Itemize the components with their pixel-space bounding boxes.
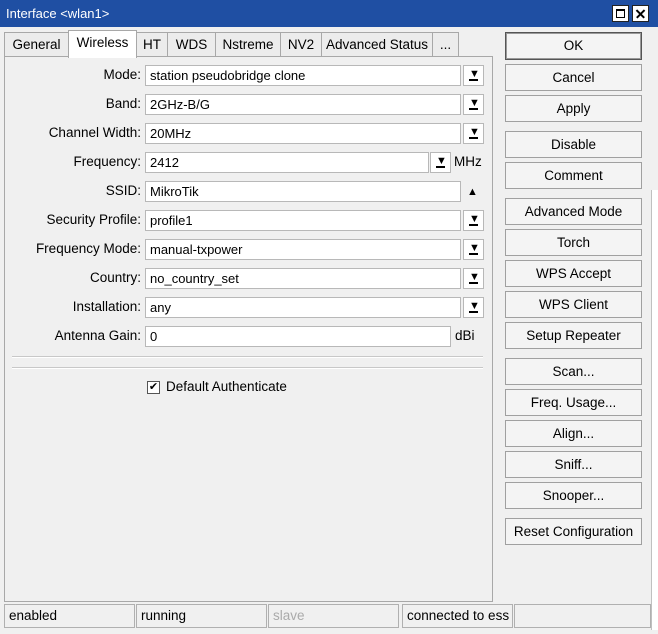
scan-button[interactable]: Scan... bbox=[505, 358, 642, 385]
installation-label: Installation: bbox=[72, 299, 141, 314]
frequency-unit: MHz bbox=[454, 154, 482, 169]
collapse-up-icon[interactable]: ▲ bbox=[467, 186, 478, 198]
default-authenticate-label: Default Authenticate bbox=[166, 379, 287, 394]
installation-select[interactable]: any bbox=[145, 297, 461, 318]
status-running: running bbox=[136, 604, 267, 628]
band-select[interactable]: 2GHz-B/G bbox=[145, 94, 461, 115]
status-connection: connected to ess bbox=[402, 604, 513, 628]
ssid-label: SSID: bbox=[105, 183, 141, 198]
tab-nv2[interactable]: NV2 bbox=[280, 32, 322, 56]
title-bar: Interface <wlan1> bbox=[0, 0, 658, 27]
band-label: Band: bbox=[105, 96, 141, 111]
channel-width-dropdown[interactable]: ▼ bbox=[463, 123, 484, 144]
mode-select[interactable]: station pseudobridge clone bbox=[145, 65, 461, 86]
reset-configuration-button[interactable]: Reset Configuration bbox=[505, 518, 642, 545]
comment-button[interactable]: Comment bbox=[505, 162, 642, 189]
mode-label: Mode: bbox=[103, 67, 141, 82]
default-authenticate-checkbox[interactable]: ✔ bbox=[147, 381, 160, 394]
sniff-button[interactable]: Sniff... bbox=[505, 451, 642, 478]
torch-button[interactable]: Torch bbox=[505, 229, 642, 256]
background-window-edge bbox=[651, 190, 658, 630]
antenna-gain-label: Antenna Gain: bbox=[54, 328, 141, 343]
wps-accept-button[interactable]: WPS Accept bbox=[505, 260, 642, 287]
security-profile-select[interactable]: profile1 bbox=[145, 210, 461, 231]
status-slave: slave bbox=[268, 604, 399, 628]
freq-usage-button[interactable]: Freq. Usage... bbox=[505, 389, 642, 416]
country-dropdown[interactable]: ▼ bbox=[463, 268, 484, 289]
security-profile-dropdown[interactable]: ▼ bbox=[463, 210, 484, 231]
disable-button[interactable]: Disable bbox=[505, 131, 642, 158]
tab-wireless[interactable]: Wireless bbox=[68, 30, 137, 58]
status-enabled: enabled bbox=[4, 604, 135, 628]
channel-width-label: Channel Width: bbox=[48, 125, 141, 140]
snooper-button[interactable]: Snooper... bbox=[505, 482, 642, 509]
frequency-mode-dropdown[interactable]: ▼ bbox=[463, 239, 484, 260]
frequency-select[interactable]: 2412 bbox=[145, 152, 429, 173]
window-title: Interface <wlan1> bbox=[6, 6, 110, 21]
installation-dropdown[interactable]: ▼ bbox=[463, 297, 484, 318]
tab-nstreme[interactable]: Nstreme bbox=[215, 32, 281, 56]
channel-width-select[interactable]: 20MHz bbox=[145, 123, 461, 144]
divider bbox=[12, 367, 483, 369]
tab-advanced-status[interactable]: Advanced Status bbox=[321, 32, 433, 56]
mode-dropdown[interactable]: ▼ bbox=[463, 65, 484, 86]
cancel-button[interactable]: Cancel bbox=[505, 64, 642, 91]
maximize-icon[interactable] bbox=[612, 5, 629, 22]
country-select[interactable]: no_country_set bbox=[145, 268, 461, 289]
band-dropdown[interactable]: ▼ bbox=[463, 94, 484, 115]
frequency-mode-select[interactable]: manual-txpower bbox=[145, 239, 461, 260]
ssid-input[interactable]: MikroTik bbox=[145, 181, 461, 202]
divider bbox=[12, 356, 483, 358]
security-profile-label: Security Profile: bbox=[46, 212, 141, 227]
frequency-label: Frequency: bbox=[73, 154, 141, 169]
country-label: Country: bbox=[89, 270, 141, 285]
antenna-gain-unit: dBi bbox=[455, 328, 475, 343]
status-empty bbox=[514, 604, 651, 628]
tab-ht[interactable]: HT bbox=[136, 32, 168, 56]
apply-button[interactable]: Apply bbox=[505, 95, 642, 122]
ok-button[interactable]: OK bbox=[505, 32, 642, 60]
frequency-dropdown[interactable]: ▼ bbox=[430, 152, 451, 173]
tab-more[interactable]: ... bbox=[432, 32, 459, 56]
close-icon[interactable] bbox=[632, 5, 649, 22]
frequency-mode-label: Frequency Mode: bbox=[35, 241, 141, 256]
wps-client-button[interactable]: WPS Client bbox=[505, 291, 642, 318]
align-button[interactable]: Align... bbox=[505, 420, 642, 447]
advanced-mode-button[interactable]: Advanced Mode bbox=[505, 198, 642, 225]
setup-repeater-button[interactable]: Setup Repeater bbox=[505, 322, 642, 349]
tab-general[interactable]: General bbox=[4, 32, 69, 56]
antenna-gain-input[interactable]: 0 bbox=[145, 326, 451, 347]
tab-wds[interactable]: WDS bbox=[167, 32, 216, 56]
